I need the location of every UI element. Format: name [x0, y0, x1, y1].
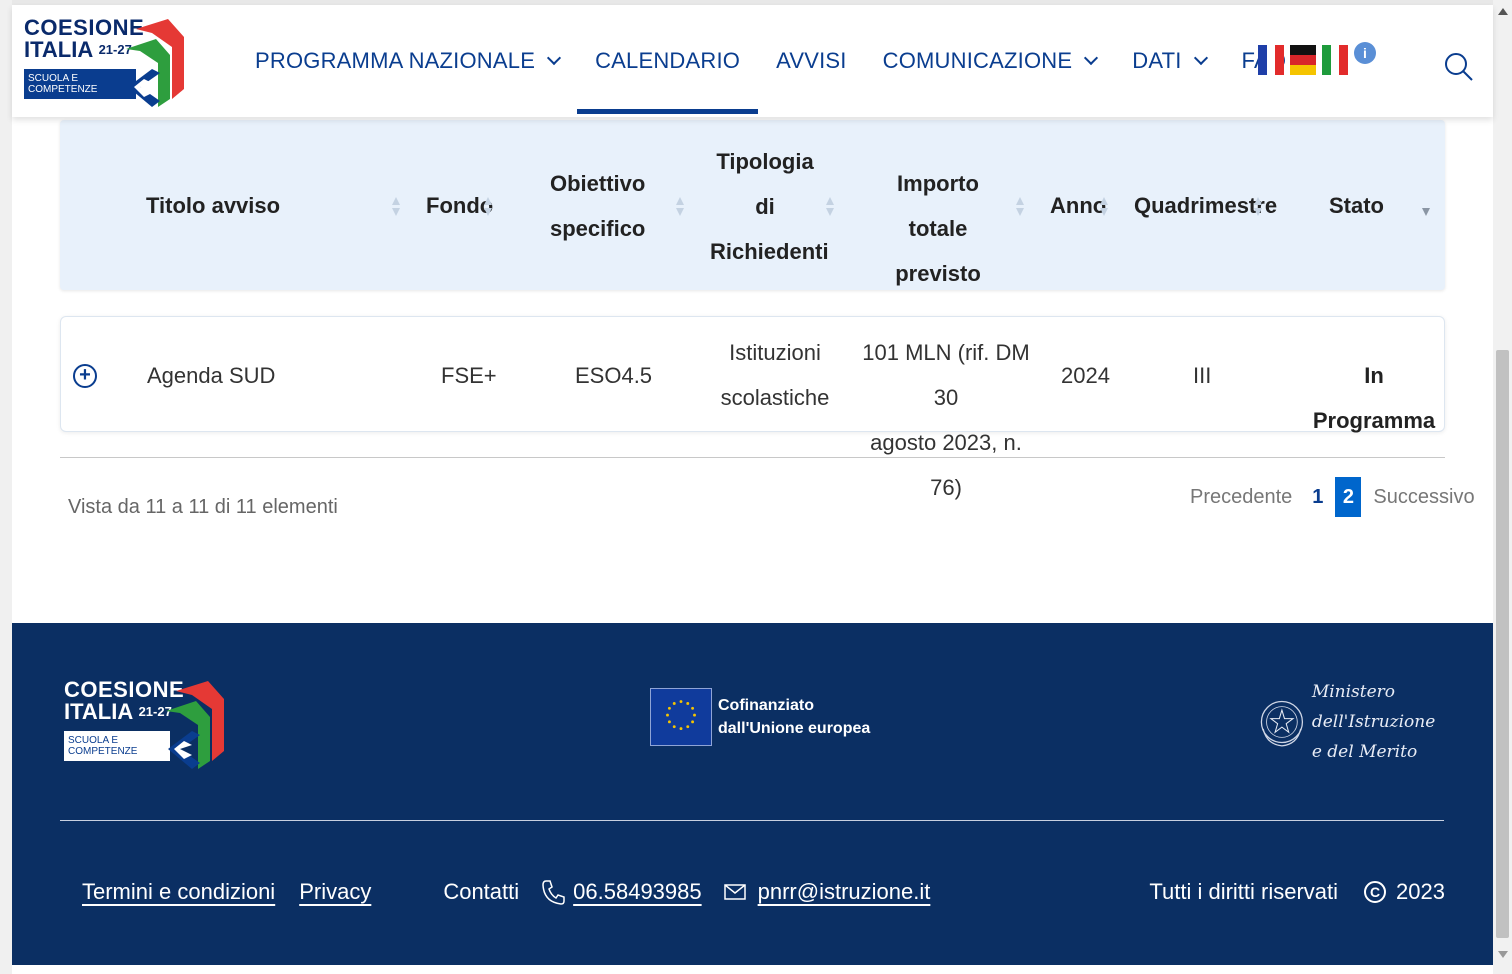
- logo-arrows-icon: [126, 19, 184, 107]
- footer-logo-box-line1: SCUOLA E: [68, 735, 119, 746]
- cell-quadrimestre: III: [1193, 363, 1212, 388]
- flag-germany-icon[interactable]: [1290, 45, 1316, 75]
- column-header-quadrimestre[interactable]: Quadrimestre: [1134, 183, 1277, 228]
- search-icon[interactable]: [1444, 52, 1474, 82]
- column-header-importo[interactable]: Importo totale previsto: [868, 161, 1008, 296]
- nav-programma-nazionale[interactable]: PROGRAMMA NAZIONALE: [237, 5, 577, 117]
- flag-france-icon[interactable]: [1258, 45, 1285, 75]
- eu-line2: dall'Unione europea: [718, 720, 871, 737]
- phone-icon: [542, 880, 565, 905]
- ministry-line2: e del Merito: [1311, 742, 1418, 762]
- eu-line1: Cofinanziato: [718, 697, 814, 714]
- column-header-obiettivo[interactable]: Obiettivo specifico: [550, 161, 646, 251]
- table-info: Vista da 11 a 11 di 11 elementi: [68, 496, 338, 518]
- cell-line: agosto 2023, n. 76): [870, 430, 1022, 500]
- header-line: di: [755, 194, 775, 219]
- site-header: COESIONE ITALIA 21-27 SCUOLA E COMPETENZ…: [12, 5, 1493, 117]
- nav-dati[interactable]: DATI: [1114, 5, 1223, 117]
- cell-line: 101 MLN (rif. DM 30: [862, 340, 1030, 410]
- footer-copyright: Tutti i diritti riservati C 2023: [1149, 879, 1445, 905]
- copyright-icon: C: [1364, 881, 1387, 903]
- contacts-label: Contatti: [443, 879, 520, 904]
- eu-text: Cofinanziato dall'Unione europea: [718, 694, 870, 740]
- column-header-anno[interactable]: Anno: [1050, 183, 1106, 228]
- expand-row-icon[interactable]: +: [73, 364, 97, 388]
- column-header-tipologia[interactable]: Tipologia di Richiedenti: [710, 139, 829, 274]
- scroll-down-arrow-icon[interactable]: [1498, 951, 1508, 958]
- site-logo[interactable]: COESIONE ITALIA 21-27 SCUOLA E COMPETENZ…: [24, 17, 184, 107]
- cell-tipologia: Istituzioni scolastiche: [711, 330, 839, 420]
- ministry-logo[interactable]: Ministero dell'Istruzione e del Merito: [1258, 677, 1493, 767]
- footer-divider: [60, 820, 1444, 821]
- cell-importo: 101 MLN (rif. DM 30 agosto 2023, n. 76): [855, 330, 1037, 510]
- footer-logo-subtitle-box: SCUOLA E COMPETENZE: [64, 731, 170, 761]
- column-header-fondo[interactable]: Fondo: [426, 183, 493, 228]
- scrollbar-thumb[interactable]: [1496, 350, 1509, 938]
- ministry-text: Ministero dell'Istruzione e del Merito: [1312, 677, 1493, 767]
- copyright-year: 2023: [1396, 879, 1445, 904]
- language-selector: i: [1258, 42, 1376, 75]
- cell-titolo: Agenda SUD: [147, 363, 276, 388]
- left-gutter: [0, 0, 12, 974]
- ministry-line1: Ministero dell'Istruzione: [1311, 682, 1436, 732]
- table-row: + Agenda SUD FSE+ ESO4.5 Istituzioni sco…: [60, 316, 1445, 500]
- cell-stato: In Programma: [1312, 363, 1436, 433]
- pagination-page-2[interactable]: 2: [1335, 477, 1362, 517]
- nav-label: DATI: [1132, 48, 1182, 73]
- cell-line: scolastiche: [720, 385, 830, 410]
- page-scrollbar[interactable]: [1493, 0, 1512, 974]
- footer-logo[interactable]: COESIONE ITALIA 21-27 SCUOLA E COMPETENZ…: [64, 679, 224, 769]
- pagination-page-1[interactable]: 1: [1312, 486, 1323, 509]
- nav-label: COMUNICAZIONE: [882, 48, 1073, 73]
- nav-label: AVVISI: [776, 48, 847, 73]
- scroll-up-arrow-icon[interactable]: [1498, 8, 1508, 15]
- column-header-titolo[interactable]: Titolo avviso: [146, 183, 280, 228]
- nav-comunicazione[interactable]: COMUNICAZIONE: [865, 5, 1115, 117]
- table-header: Titolo avviso Fondo Obiettivo specifico …: [60, 120, 1445, 290]
- logo-arrows-icon: [166, 681, 224, 769]
- table-divider: [60, 457, 1445, 458]
- site-footer: COESIONE ITALIA 21-27 SCUOLA E COMPETENZ…: [12, 623, 1493, 965]
- footer-logo-box-line2: COMPETENZE: [68, 746, 138, 757]
- email-icon: [723, 884, 746, 900]
- cell-anno: 2024: [1061, 363, 1110, 388]
- eu-cofinanced: Cofinanziato dall'Unione europea: [650, 688, 870, 746]
- main-nav: PROGRAMMA NAZIONALE CALENDARIO AVVISI CO…: [237, 5, 1304, 117]
- chevron-down-icon: [1193, 50, 1208, 66]
- pagination-prev[interactable]: Precedente: [1190, 486, 1292, 509]
- info-icon[interactable]: i: [1354, 42, 1376, 64]
- header-line: Tipologia: [716, 149, 814, 174]
- column-header-stato[interactable]: Stato: [1329, 183, 1384, 228]
- nav-avvisi[interactable]: AVVISI: [758, 5, 865, 117]
- nav-calendario[interactable]: CALENDARIO: [577, 5, 759, 117]
- phone-link[interactable]: 06.58493985: [573, 879, 701, 905]
- nav-label: CALENDARIO: [595, 48, 741, 73]
- cell-obiettivo: ESO4.5: [575, 363, 653, 388]
- header-line: Obiettivo: [550, 171, 646, 196]
- cell-fondo: FSE+: [441, 363, 497, 388]
- header-line: previsto: [895, 261, 981, 286]
- header-line: Importo totale: [897, 171, 979, 241]
- footer-links: Termini e condizioni Privacy Contatti 06…: [82, 879, 930, 905]
- pagination-next[interactable]: Successivo: [1373, 486, 1474, 509]
- chevron-down-icon: [1084, 50, 1099, 66]
- pagination: Precedente 1 2 Successivo: [1190, 477, 1475, 517]
- flag-italy-icon[interactable]: [1322, 45, 1349, 75]
- eu-flag-icon: [650, 688, 712, 746]
- rights-text: Tutti i diritti riservati: [1149, 879, 1339, 904]
- italian-republic-emblem-icon: [1260, 700, 1304, 747]
- header-line: Richiedenti: [710, 239, 829, 264]
- privacy-link[interactable]: Privacy: [299, 879, 371, 905]
- cell-line: Istituzioni: [729, 340, 821, 365]
- email-link[interactable]: pnrr@istruzione.it: [758, 879, 931, 905]
- chevron-down-icon: [547, 50, 562, 66]
- header-line: specifico: [550, 216, 646, 241]
- nav-label: PROGRAMMA NAZIONALE: [255, 48, 536, 73]
- terms-link[interactable]: Termini e condizioni: [82, 879, 275, 905]
